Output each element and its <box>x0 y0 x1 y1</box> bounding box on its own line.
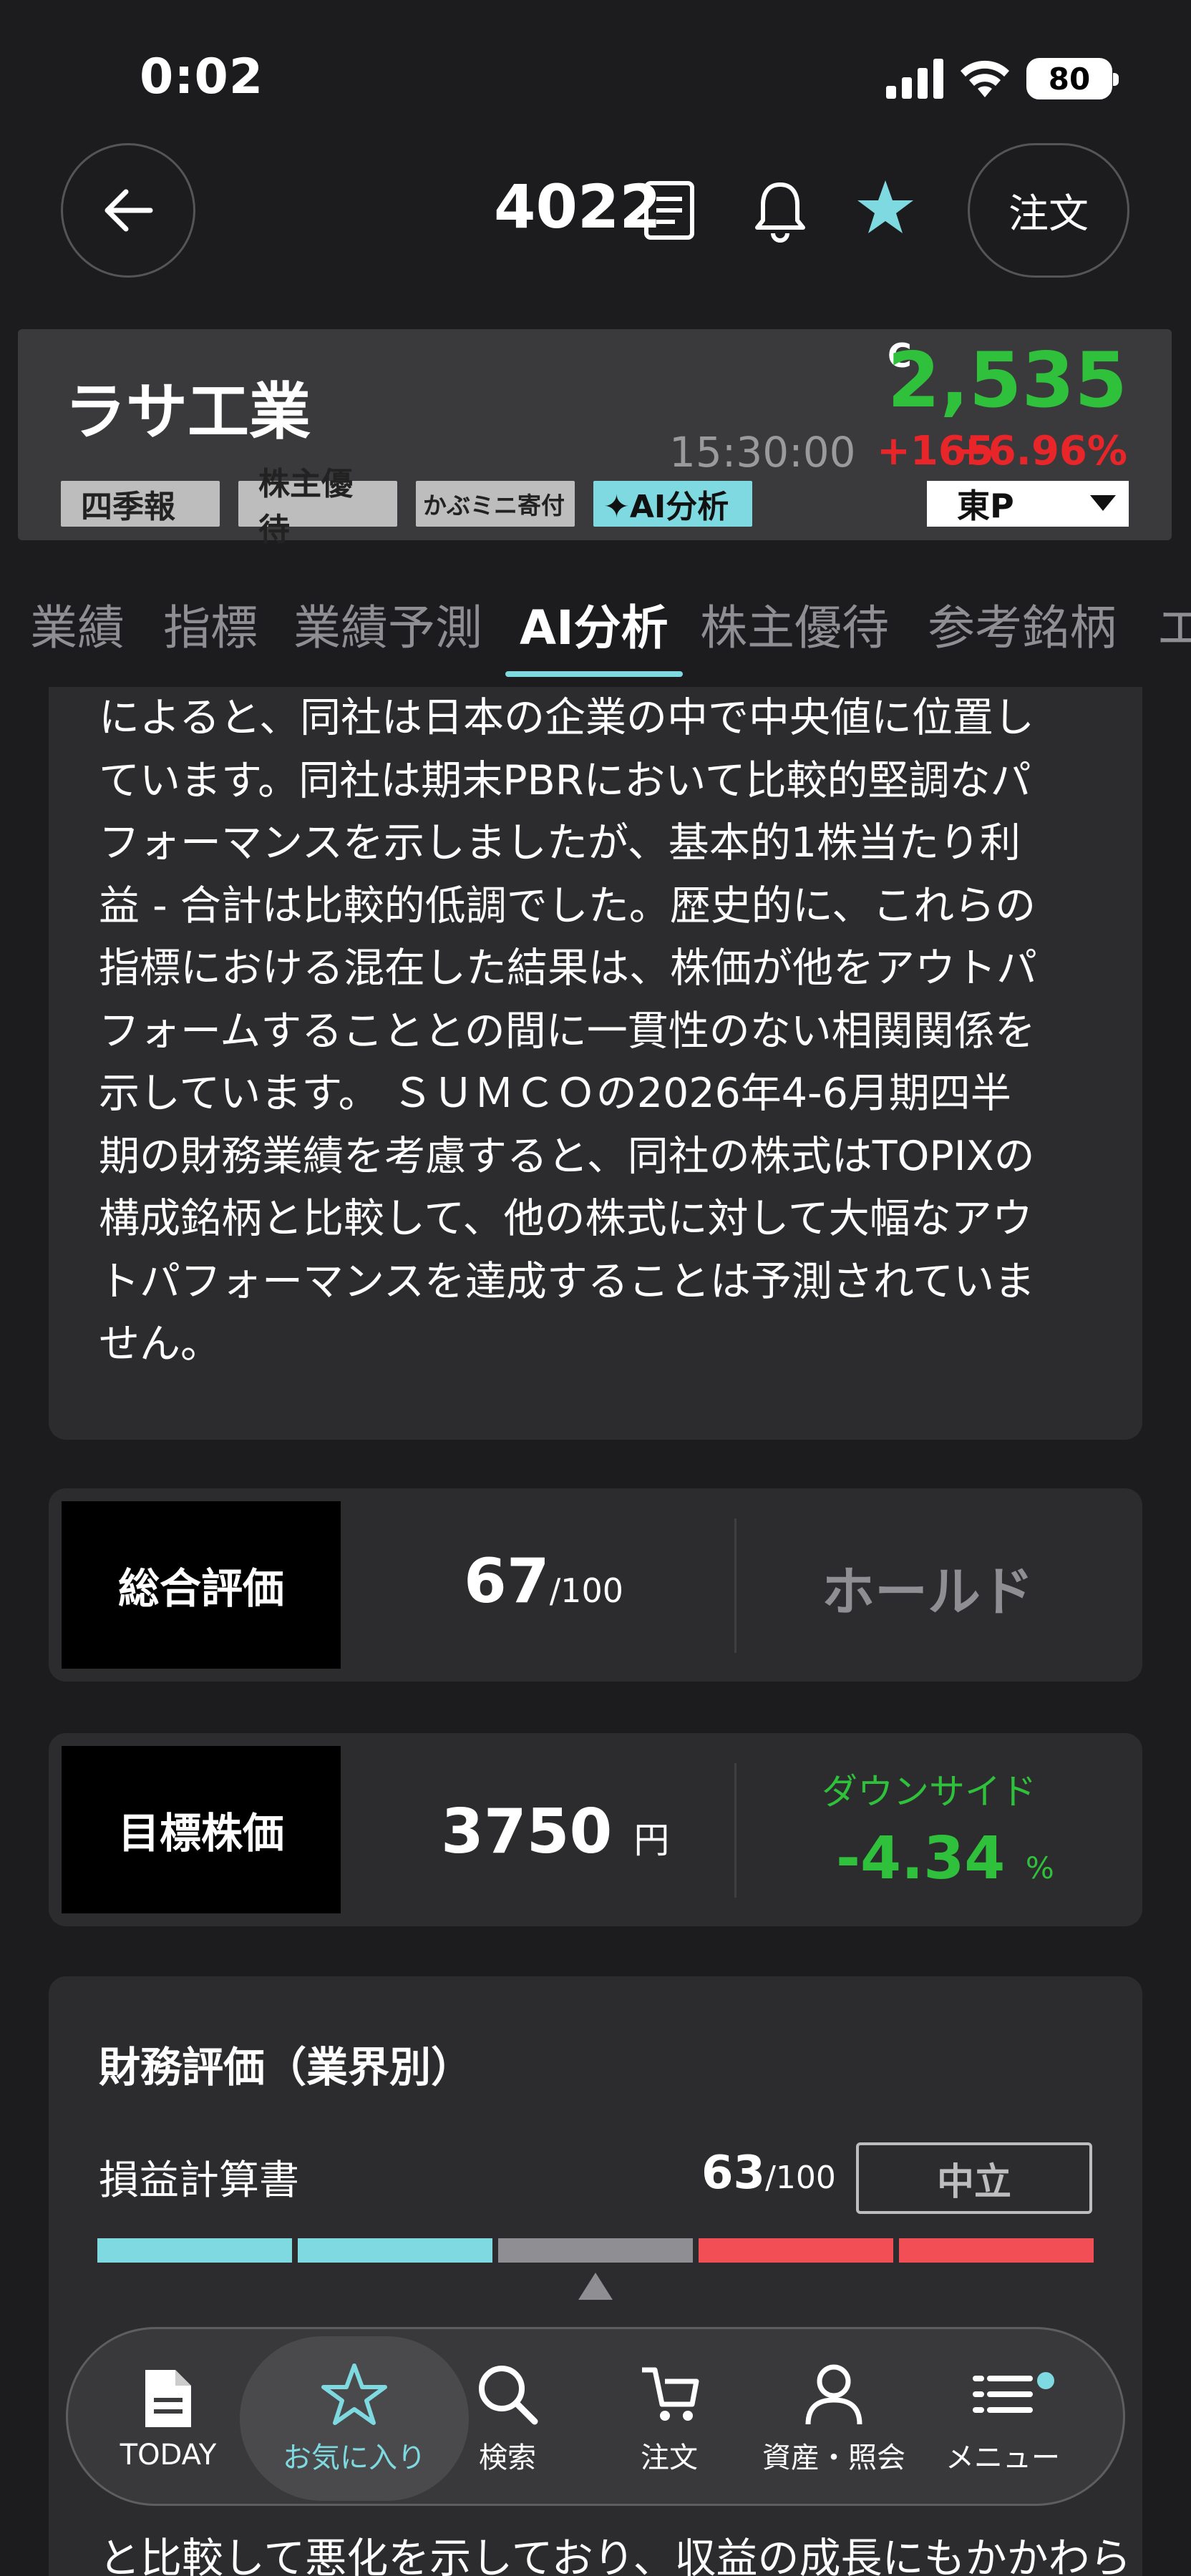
nav-menu[interactable]: メニュー <box>917 2329 1089 2508</box>
nav-order[interactable]: 注文 <box>583 2329 755 2508</box>
analysis-paragraph: によると、同社は日本の企業の中で中央値に位置し ています。同社は期末PBRにおい… <box>99 687 1101 1376</box>
analysis-line: 示しています。 ＳＵＭＣＯの2026年4-6月期四半 <box>99 1070 1011 1117</box>
search-icon <box>479 2366 538 2425</box>
income-rating-badge: 中立 <box>856 2142 1092 2214</box>
market-label: 東P <box>957 487 1014 525</box>
wifi-icon <box>961 60 1009 97</box>
stock-price: 2,535 <box>887 336 1127 424</box>
income-statement-label: 損益計算書 <box>99 2157 299 2204</box>
financial-title: 財務評価（業界別） <box>99 2043 473 2092</box>
badge-shikiho[interactable]: 四季報 <box>61 481 220 527</box>
analysis-line: 指標における混在した結果は、株価が他をアウトパ <box>99 945 1037 992</box>
tab-active-indicator <box>505 671 683 677</box>
analysis-line: 構成銘柄と比較して、他の株式に対して大幅なアウ <box>99 1195 1033 1242</box>
overall-rating: ホールド <box>822 1561 1034 1623</box>
analysis-line: トパフォーマンスを達成することは予測されていま <box>99 1257 1036 1305</box>
downside-pct-unit: % <box>1025 1850 1054 1885</box>
tab-more[interactable]: エ <box>1157 590 1191 658</box>
rating-bar-segment <box>97 2238 292 2263</box>
nav-favorites-label: お気に入り <box>283 2441 426 2474</box>
badge-kabumini[interactable]: かぶミニ寄付 <box>416 481 575 527</box>
overall-rating-card: 総合評価 67/100 ホールド <box>49 1488 1142 1682</box>
downside-pct-value: -4.34 <box>836 1825 1006 1893</box>
notification-dot <box>1037 2372 1054 2389</box>
ticker-code: 4022 <box>494 172 661 242</box>
person-icon <box>805 2364 862 2425</box>
status-time: 0:02 <box>140 49 264 105</box>
analysis-line: 期の財務業績を考慮すると、同社の株式はTOPIXの <box>99 1132 1035 1180</box>
overall-score-value: 67 <box>464 1546 550 1617</box>
rating-bar-segment <box>899 2238 1094 2263</box>
target-price: 3750 円 <box>441 1796 669 1868</box>
tab-indicators[interactable]: 指標 <box>163 590 258 658</box>
stock-panel: ラサ工業 C 2,535 15:30:00 +165 +6.96% 四季報 株主… <box>18 329 1172 548</box>
nav-today-label: TODAY <box>120 2439 217 2472</box>
battery-level: 80 <box>1048 61 1091 97</box>
tab-forecast[interactable]: 業績予測 <box>293 590 482 658</box>
order-button[interactable]: 注文 <box>968 143 1129 278</box>
tab-bar: 業績 指標 業績予測 AI分析 株主優待 参考銘柄 エ <box>0 572 1191 680</box>
income-score-value: 63 <box>701 2147 766 2200</box>
star-filled-icon[interactable] <box>855 177 915 238</box>
tab-ai-analysis[interactable]: AI分析 <box>520 590 669 658</box>
badge-ai-analysis[interactable]: ✦AI分析 <box>593 481 752 527</box>
nav-search-label: 検索 <box>479 2441 536 2474</box>
menu-icon <box>973 2376 1033 2413</box>
badge-yutai[interactable]: 株主優待 <box>238 466 397 548</box>
analysis-line: フォーマンスを示しましたが、基本的1株当たり利 <box>99 819 1021 867</box>
stock-name: ラサ工業 <box>64 376 311 448</box>
price-change-pct: +6.96% <box>954 428 1127 474</box>
income-score-max: /100 <box>765 2160 836 2196</box>
overall-score-max: /100 <box>549 1571 623 1610</box>
tab-reference[interactable]: 参考銘柄 <box>928 590 1117 658</box>
overall-score: 67/100 <box>464 1546 623 1617</box>
analysis-text-card: によると、同社は日本の企業の中で中央値に位置し ています。同社は期末PBRにおい… <box>49 687 1142 1440</box>
divider <box>734 1763 737 1898</box>
rating-bar-segment <box>298 2238 492 2263</box>
battery-icon: 80 <box>1026 58 1119 99</box>
bottom-nav: TODAY お気に入り 検索 注文 資産・照会 メニュー <box>66 2327 1125 2506</box>
back-button[interactable] <box>61 143 195 278</box>
analysis-line: せん。 <box>99 1320 221 1367</box>
analysis-line: ています。同社は期末PBRにおいて比較的堅調なパ <box>99 756 1031 804</box>
analysis-continuation-text: と比較して悪化を示しており、収益の成長にもかかわら <box>99 2534 1132 2576</box>
target-price-unit: 円 <box>633 1820 670 1861</box>
cart-icon <box>642 2367 699 2421</box>
analysis-line: フォームすることとの間に一貫性のない相関関係を <box>99 1007 1036 1055</box>
tab-yutai[interactable]: 株主優待 <box>700 590 889 658</box>
downside-label: ダウンサイド <box>822 1771 1036 1813</box>
dropdown-arrow-icon <box>1090 495 1116 511</box>
target-label: 目標株価 <box>62 1746 341 1913</box>
nav-menu-label: メニュー <box>945 2441 1060 2474</box>
target-price-card: 目標株価 3750 円 ダウンサイド -4.34 % <box>49 1733 1142 1926</box>
rating-bar-segment <box>699 2238 893 2263</box>
document-icon[interactable] <box>641 179 698 242</box>
overall-label: 総合評価 <box>62 1501 341 1669</box>
document-icon <box>145 2370 191 2427</box>
nav-search[interactable]: 検索 <box>422 2329 593 2508</box>
arrow-left-icon <box>104 189 153 232</box>
downside-pct: -4.34 % <box>836 1825 1054 1893</box>
badge-row: 四季報 株主優待 かぶミニ寄付 ✦AI分析 <box>61 466 752 548</box>
signal-icon <box>886 59 943 99</box>
nav-today[interactable]: TODAY <box>82 2329 254 2508</box>
price-time: 15:30:00 <box>669 428 856 477</box>
analysis-line: によると、同社は日本の企業の中で中央値に位置し <box>99 694 1035 741</box>
status-bar: 0:02 80 <box>0 0 1191 143</box>
nav-order-label: 注文 <box>641 2441 698 2474</box>
nav-assets-label: 資産・照会 <box>762 2441 905 2474</box>
income-statement-score: 63/100 <box>701 2147 836 2200</box>
nav-assets[interactable]: 資産・照会 <box>748 2329 920 2508</box>
analysis-line: 益 - 合計は比較的低調でした。歴史的に、これらの <box>99 882 1036 930</box>
bell-icon[interactable] <box>752 179 809 243</box>
rating-bar-segment <box>498 2238 693 2263</box>
status-icons: 80 <box>886 57 1119 100</box>
divider <box>734 1518 737 1653</box>
star-outline-icon <box>321 2363 387 2425</box>
rating-pointer-icon <box>578 2273 613 2300</box>
target-price-value: 3750 <box>441 1796 613 1868</box>
rating-bar <box>97 2238 1094 2263</box>
tab-performance[interactable]: 業績 <box>30 590 125 658</box>
market-select[interactable]: 東P <box>927 481 1129 527</box>
